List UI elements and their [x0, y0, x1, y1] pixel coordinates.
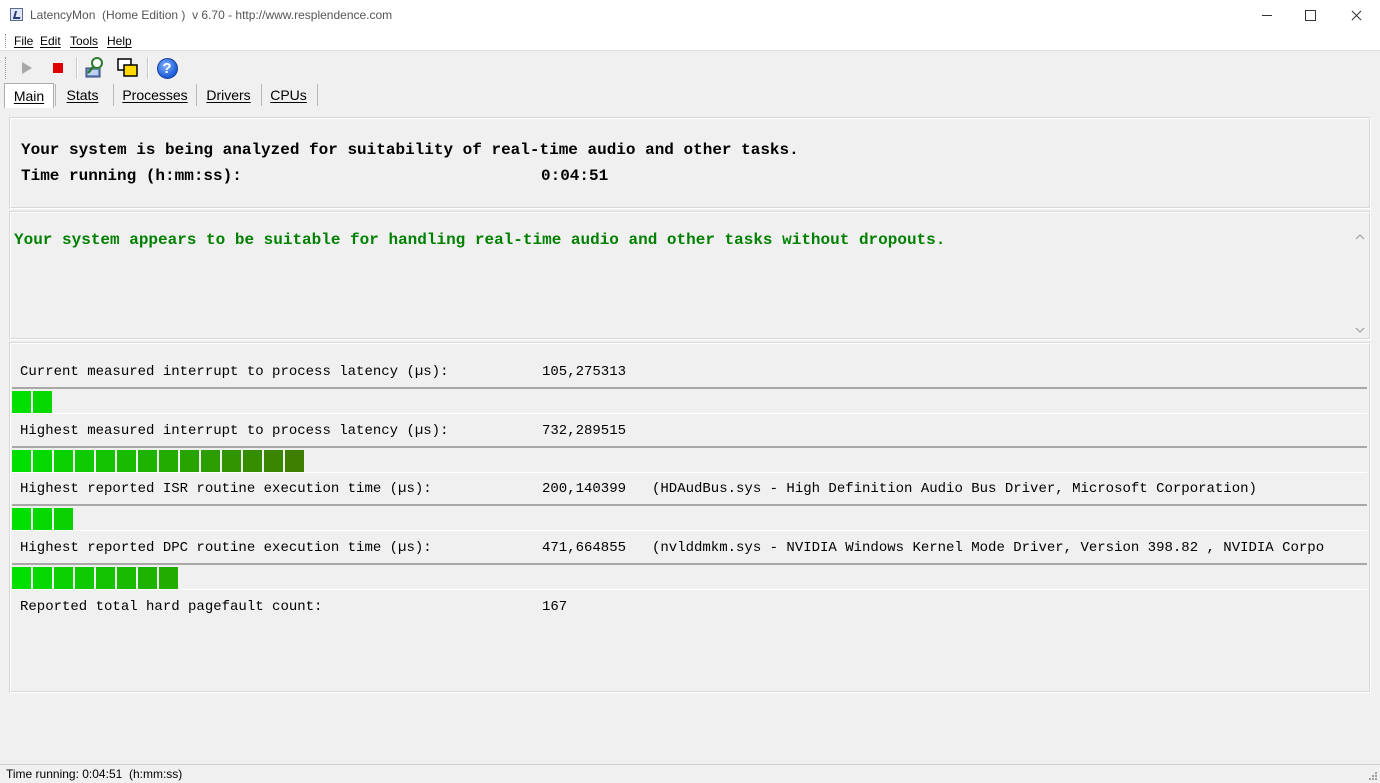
scroll-down-arrow[interactable]: [1355, 327, 1365, 333]
analyze-icon: [85, 57, 103, 78]
menu-tools[interactable]: Tools: [70, 34, 98, 48]
help-icon: ?: [156, 57, 178, 79]
bar-segment: [96, 567, 115, 590]
bar-segment: [54, 567, 73, 590]
bar-segment: [96, 450, 115, 473]
tab-drivers[interactable]: Drivers: [200, 83, 257, 107]
time-running-label: Time running (h:mm:ss):: [21, 167, 242, 185]
conclusion-text: Your system appears to be suitable for h…: [14, 231, 946, 249]
bar-segment: [201, 450, 220, 473]
metrics-panel: Current measured interrupt to process la…: [9, 342, 1371, 693]
bar-segment: [12, 391, 31, 414]
menu-bar: File Edit Tools Help: [0, 31, 1380, 50]
tab-stats[interactable]: Stats: [58, 83, 107, 107]
tab-separator: [317, 84, 318, 106]
resize-grip-icon[interactable]: [1368, 771, 1378, 781]
stop-button[interactable]: [46, 56, 70, 80]
dpc-time-value: 471,664855: [542, 540, 627, 556]
bar-segment: [12, 450, 31, 473]
maximize-button[interactable]: [1287, 0, 1333, 31]
help-button[interactable]: ?: [155, 56, 179, 80]
window-icon: [117, 58, 138, 77]
menu-help[interactable]: Help: [107, 34, 132, 48]
toolbar-separator: [147, 57, 149, 79]
tab-separator: [261, 84, 262, 106]
dpc-driver-desc: (nvlddmkm.sys - NVIDIA Windows Kernel Mo…: [652, 540, 1325, 556]
bar-segment: [12, 567, 31, 590]
minimize-button[interactable]: [1244, 0, 1290, 31]
bar-segment: [180, 450, 199, 473]
bar-segment: [138, 450, 157, 473]
start-button[interactable]: [15, 56, 39, 80]
time-running-value: 0:04:51: [541, 167, 609, 185]
bar-segment: [264, 450, 283, 473]
tab-cpus[interactable]: CPUs: [264, 83, 313, 107]
current-latency-value: 105,275313: [542, 364, 627, 380]
isr-driver-desc: (HDAudBus.sys - High Definition Audio Bu…: [652, 481, 1257, 497]
bar-segment: [12, 508, 31, 531]
isr-time-label: Highest reported ISR routine execution t…: [20, 481, 432, 497]
bar-segment: [159, 567, 178, 590]
highest-latency-bar: [12, 446, 1367, 473]
isr-time-bar: [12, 504, 1367, 531]
status-bar: Time running: 0:04:51 (h:mm:ss): [0, 764, 1380, 783]
bar-segment: [54, 508, 73, 531]
analysis-header-panel: Your system is being analyzed for suitab…: [9, 117, 1371, 209]
menu-edit[interactable]: Edit: [40, 34, 61, 48]
chevron-down-icon: [1355, 327, 1365, 333]
title-bar: LatencyMon (Home Edition ) v 6.70 - http…: [0, 0, 1380, 31]
scroll-up-arrow[interactable]: [1355, 234, 1365, 240]
bar-segment: [138, 567, 157, 590]
pagefault-value: 167: [542, 599, 568, 615]
bar-segment: [54, 450, 73, 473]
analysis-status-text: Your system is being analyzed for suitab…: [21, 141, 799, 159]
bar-segment: [33, 391, 52, 414]
play-icon: [22, 62, 32, 74]
window-title: LatencyMon (Home Edition ) v 6.70 - http…: [30, 8, 393, 22]
bar-segment: [285, 450, 304, 473]
current-latency-label: Current measured interrupt to process la…: [20, 364, 449, 380]
bar-segment: [159, 450, 178, 473]
tab-separator: [113, 84, 114, 106]
tab-processes[interactable]: Processes: [118, 83, 192, 107]
status-text: Time running: 0:04:51 (h:mm:ss): [6, 767, 183, 781]
toolbar-separator: [76, 57, 78, 79]
stop-icon: [53, 63, 63, 73]
tab-separator: [55, 84, 56, 106]
app-icon: [10, 8, 23, 21]
highest-latency-value: 732,289515: [542, 423, 627, 439]
tab-strip: Main Stats Processes Drivers CPUs: [0, 83, 1380, 108]
conclusion-panel: Your system appears to be suitable for h…: [9, 211, 1371, 340]
windows-button[interactable]: [116, 56, 140, 80]
chevron-up-icon: [1355, 234, 1365, 240]
bar-segment: [75, 567, 94, 590]
menu-grip: [5, 34, 8, 48]
toolbar-grip: [5, 57, 8, 79]
toolbar: ?: [0, 50, 1380, 85]
isr-time-value: 200,140399: [542, 481, 627, 497]
bar-segment: [117, 567, 136, 590]
close-button[interactable]: [1333, 0, 1379, 31]
highest-latency-label: Highest measured interrupt to process la…: [20, 423, 449, 439]
dpc-time-bar: [12, 563, 1367, 590]
bar-segment: [33, 450, 52, 473]
bar-segment: [33, 567, 52, 590]
bar-segment: [75, 450, 94, 473]
tab-separator: [196, 84, 197, 106]
bar-segment: [222, 450, 241, 473]
bar-segment: [243, 450, 262, 473]
dpc-time-label: Highest reported DPC routine execution t…: [20, 540, 432, 556]
menu-file[interactable]: File: [14, 34, 33, 48]
bar-segment: [33, 508, 52, 531]
tab-main[interactable]: Main: [4, 83, 54, 108]
pagefault-label: Reported total hard pagefault count:: [20, 599, 323, 615]
current-latency-bar: [12, 387, 1367, 414]
bar-segment: [117, 450, 136, 473]
analyze-button[interactable]: [83, 56, 107, 80]
